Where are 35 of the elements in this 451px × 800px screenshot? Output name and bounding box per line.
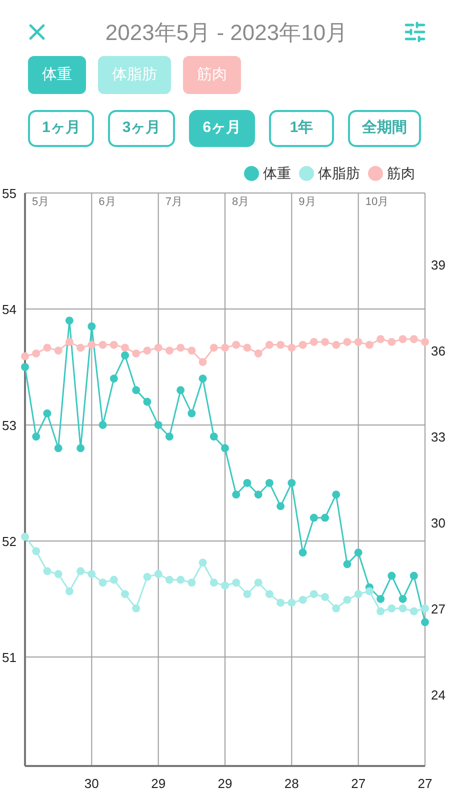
month-label: 8月 [232,196,250,208]
axis-tick-label: 29 [151,776,166,791]
legend-label: 筋肉 [387,164,415,183]
month-label: 6月 [98,196,116,208]
month-label: 5月 [32,196,50,208]
axis-tick-label: 33 [431,430,446,445]
axis-tick-label: 55 [2,186,16,201]
month-label: 10月 [365,196,389,208]
axis-tick-label: 36 [431,344,446,359]
month-label: 7月 [165,196,182,208]
axis-tick-label: 27 [351,776,366,791]
period-tab[interactable]: 1ヶ月 [28,110,94,147]
axis-tick-label: 54 [2,302,16,317]
axis-tick-label: 24 [431,687,446,702]
axis-tick-label: 51 [2,650,16,665]
axis-tick-label: 29 [218,776,232,791]
axis-tick-label: 28 [284,776,299,791]
date-range-title: 2023年5月 - 2023年10月 [105,18,348,46]
legend-label: 体脂肪 [318,164,360,183]
axis-tick-label: 39 [431,258,446,273]
axis-tick-label: 27 [418,776,432,791]
period-tab[interactable]: 3ヶ月 [108,110,175,147]
period-tab[interactable]: 全期間 [348,110,422,147]
month-label: 9月 [298,196,316,208]
period-tab[interactable]: 6ヶ月 [188,110,256,147]
metric-toggle[interactable]: 体脂肪 [98,56,171,94]
period-tab[interactable]: 1年 [269,110,334,147]
legend-label: 体重 [263,164,291,183]
metric-toggle[interactable]: 筋肉 [183,56,241,94]
axis-tick-label: 52 [2,534,16,549]
axis-tick-label: 30 [431,515,446,530]
metric-toggle[interactable]: 体重 [28,56,86,94]
axis-tick-label: 27 [431,601,446,616]
axis-tick-label: 30 [84,776,99,791]
axis-tick-label: 53 [2,418,16,433]
